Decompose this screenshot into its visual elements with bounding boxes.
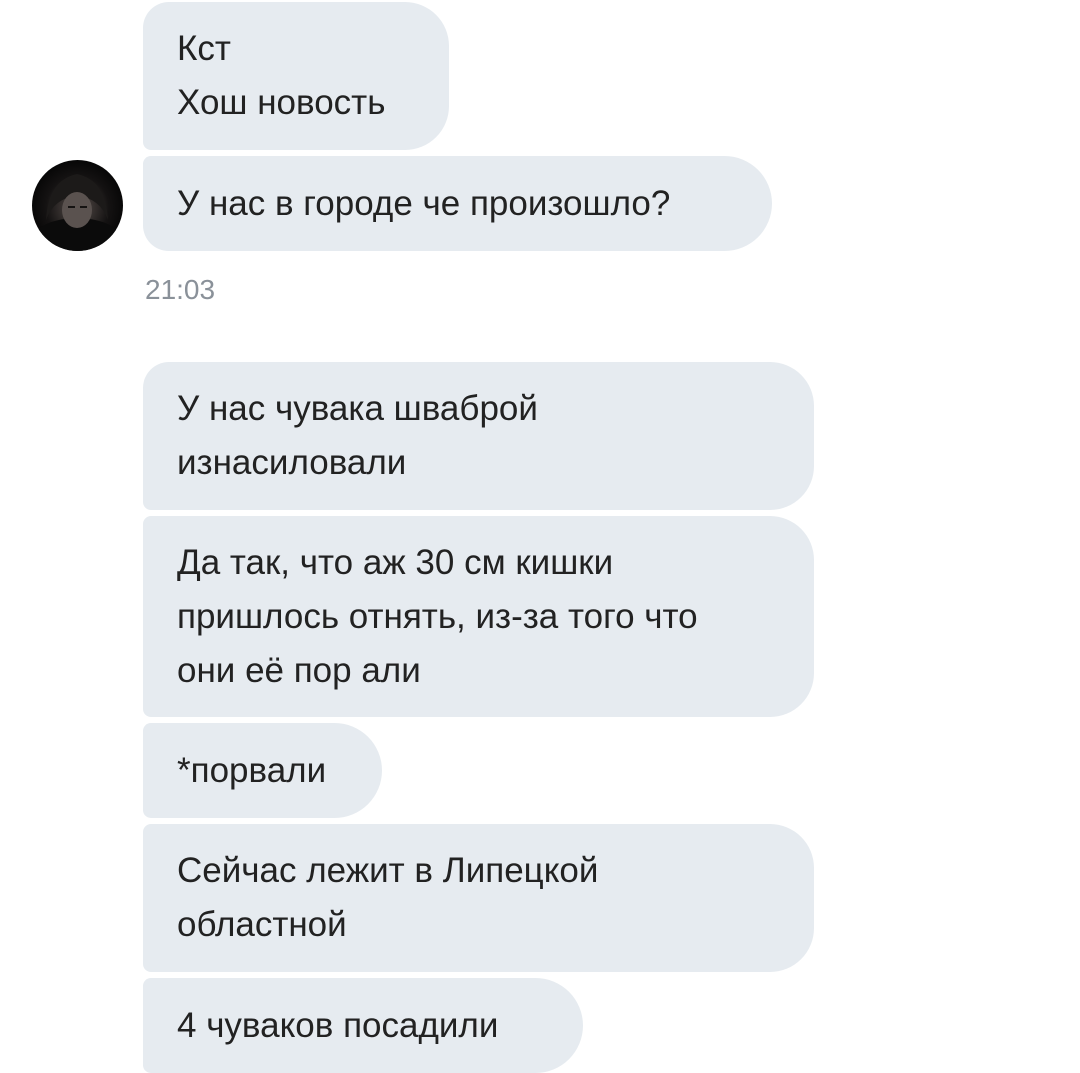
message-bubble[interactable]: У нас чувака шваброй изнасиловали	[143, 362, 814, 510]
message-text: У нас чувака шваброй изнасиловали	[177, 389, 538, 482]
sender-avatar[interactable]	[32, 160, 123, 251]
message-text: У нас в городе че произошло?	[177, 183, 671, 223]
message-text: *порвали	[177, 750, 327, 790]
message-text: Сейчас лежит в Липецкой областной	[177, 851, 599, 944]
message-text: 4 чуваков посадили	[177, 1005, 499, 1045]
message-bubble[interactable]: У нас в городе че произошло?	[143, 156, 772, 251]
message-bubble[interactable]: Кст Хош новость	[143, 2, 449, 150]
message-text: Кст Хош новость	[177, 29, 386, 122]
message-timestamp: 21:03	[145, 274, 216, 305]
message-bubble[interactable]: *порвали	[143, 723, 382, 818]
message-bubble[interactable]: 4 чуваков посадили	[143, 978, 583, 1073]
avatar-image-icon	[32, 174, 123, 251]
message-bubble[interactable]: Сейчас лежит в Липецкой областной	[143, 824, 814, 972]
message-bubble[interactable]: Да так, что аж 30 см кишки пришлось отня…	[143, 516, 814, 717]
message-text: Да так, что аж 30 см кишки пришлось отня…	[177, 542, 698, 690]
